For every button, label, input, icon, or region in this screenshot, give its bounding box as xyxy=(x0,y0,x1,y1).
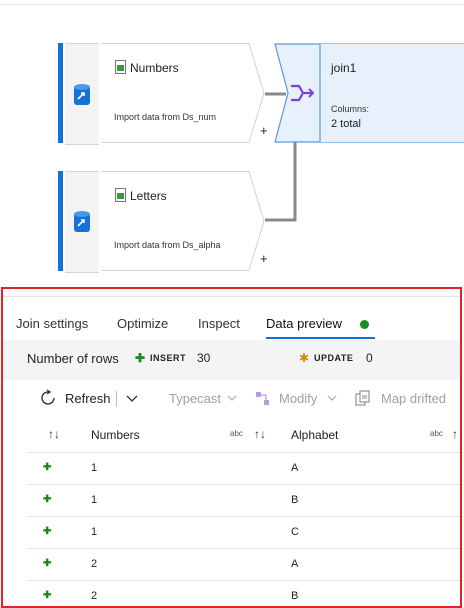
update-label: UPDATE xyxy=(314,353,354,363)
tab-join-settings[interactable]: Join settings xyxy=(16,316,88,331)
join-title: join1 xyxy=(331,61,357,75)
insert-plus-icon: ✚ xyxy=(135,351,146,365)
source-node-letters[interactable]: Letters Import data from Ds_alpha xyxy=(58,171,265,273)
insert-count: 30 xyxy=(197,351,211,365)
sort-icon[interactable]: ↑↓ xyxy=(48,427,60,441)
cell-numbers: 2 xyxy=(91,590,98,602)
toolbar-separator xyxy=(116,391,117,407)
cell-alphabet: B xyxy=(291,494,299,506)
update-star-icon: ✱ xyxy=(299,351,310,365)
map-drifted-icon xyxy=(355,390,370,406)
modify-icon xyxy=(256,392,269,405)
table-file-icon xyxy=(115,188,126,202)
cell-numbers: 1 xyxy=(91,526,98,538)
cell-alphabet: A xyxy=(291,462,299,474)
refresh-button[interactable]: Refresh xyxy=(65,391,111,406)
node-outline xyxy=(101,43,265,143)
map-drifted-button[interactable]: Map drifted xyxy=(381,391,446,406)
add-transform-button[interactable]: + xyxy=(260,251,268,266)
table-row: ✚ 2 B xyxy=(27,580,460,606)
preview-toolbar: Refresh Typecast Modify Map drifted xyxy=(3,383,460,413)
insert-plus-icon: ✚ xyxy=(43,526,52,537)
tab-optimize[interactable]: Optimize xyxy=(117,316,168,331)
table-row: ✚ 1 C xyxy=(27,516,460,548)
table-row: ✚ 2 A xyxy=(27,548,460,580)
database-source-icon xyxy=(74,211,90,232)
cell-alphabet: A xyxy=(291,558,299,570)
join-columns-label: Columns: xyxy=(331,104,370,114)
row-summary: Number of rows ✚ INSERT 30 ✱ UPDATE 0 xyxy=(3,340,460,380)
sort-icon[interactable]: ↑ xyxy=(452,427,458,441)
node-outline xyxy=(101,171,265,271)
cell-alphabet: B xyxy=(291,590,299,602)
column-type-badge: abc xyxy=(230,429,243,438)
tab-data-preview[interactable]: Data preview xyxy=(266,316,342,331)
node-subtitle: Import data from Ds_num xyxy=(114,112,217,122)
cell-alphabet: C xyxy=(291,526,299,538)
table-row: ✚ 1 A xyxy=(27,452,460,484)
column-type-badge: abc xyxy=(430,429,443,438)
typecast-button[interactable]: Typecast xyxy=(169,391,221,406)
cell-numbers: 2 xyxy=(91,558,98,570)
chevron-down-icon xyxy=(327,395,337,401)
active-tab-underline xyxy=(266,337,375,339)
cell-numbers: 1 xyxy=(91,462,98,474)
insert-label: INSERT xyxy=(150,353,187,363)
status-dot xyxy=(360,320,369,329)
node-subtitle: Import data from Ds_alpha xyxy=(114,240,221,250)
chevron-down-icon[interactable] xyxy=(125,393,139,403)
insert-plus-icon: ✚ xyxy=(43,462,52,473)
cell-numbers: 1 xyxy=(91,494,98,506)
top-divider xyxy=(0,0,464,5)
join-node[interactable]: join1 Columns: 2 total xyxy=(274,43,464,143)
insert-plus-icon: ✚ xyxy=(43,494,52,505)
config-panel: Join settings Optimize Inspect Data prev… xyxy=(1,287,462,608)
source-node-numbers[interactable]: Numbers Import data from Ds_num xyxy=(58,43,265,145)
column-header-alphabet[interactable]: Alphabet xyxy=(291,428,338,442)
rows-label: Number of rows xyxy=(27,351,119,366)
node-accent-bar xyxy=(58,171,63,271)
node-accent-bar xyxy=(58,43,63,143)
node-title: Numbers xyxy=(130,61,179,75)
table-file-icon xyxy=(115,60,126,74)
table-row: ✚ 1 B xyxy=(27,484,460,516)
panel-tabs: Join settings Optimize Inspect Data prev… xyxy=(3,289,460,339)
refresh-icon[interactable] xyxy=(40,389,58,407)
chevron-down-icon xyxy=(227,395,237,401)
node-icon-column xyxy=(65,171,99,273)
tab-inspect[interactable]: Inspect xyxy=(198,316,240,331)
join-columns-value: 2 total xyxy=(331,118,361,130)
sort-icon[interactable]: ↑↓ xyxy=(254,427,266,441)
join-icon xyxy=(291,84,314,102)
database-source-icon xyxy=(74,84,90,105)
modify-button[interactable]: Modify xyxy=(279,391,317,406)
insert-plus-icon: ✚ xyxy=(43,590,52,601)
insert-plus-icon: ✚ xyxy=(43,558,52,569)
column-header-numbers[interactable]: Numbers xyxy=(91,428,140,442)
node-title: Letters xyxy=(130,189,167,203)
grid-header: ↑↓ Numbers abc ↑↓ Alphabet abc ↑ xyxy=(3,418,460,452)
node-icon-column xyxy=(65,43,99,145)
update-count: 0 xyxy=(366,351,373,365)
